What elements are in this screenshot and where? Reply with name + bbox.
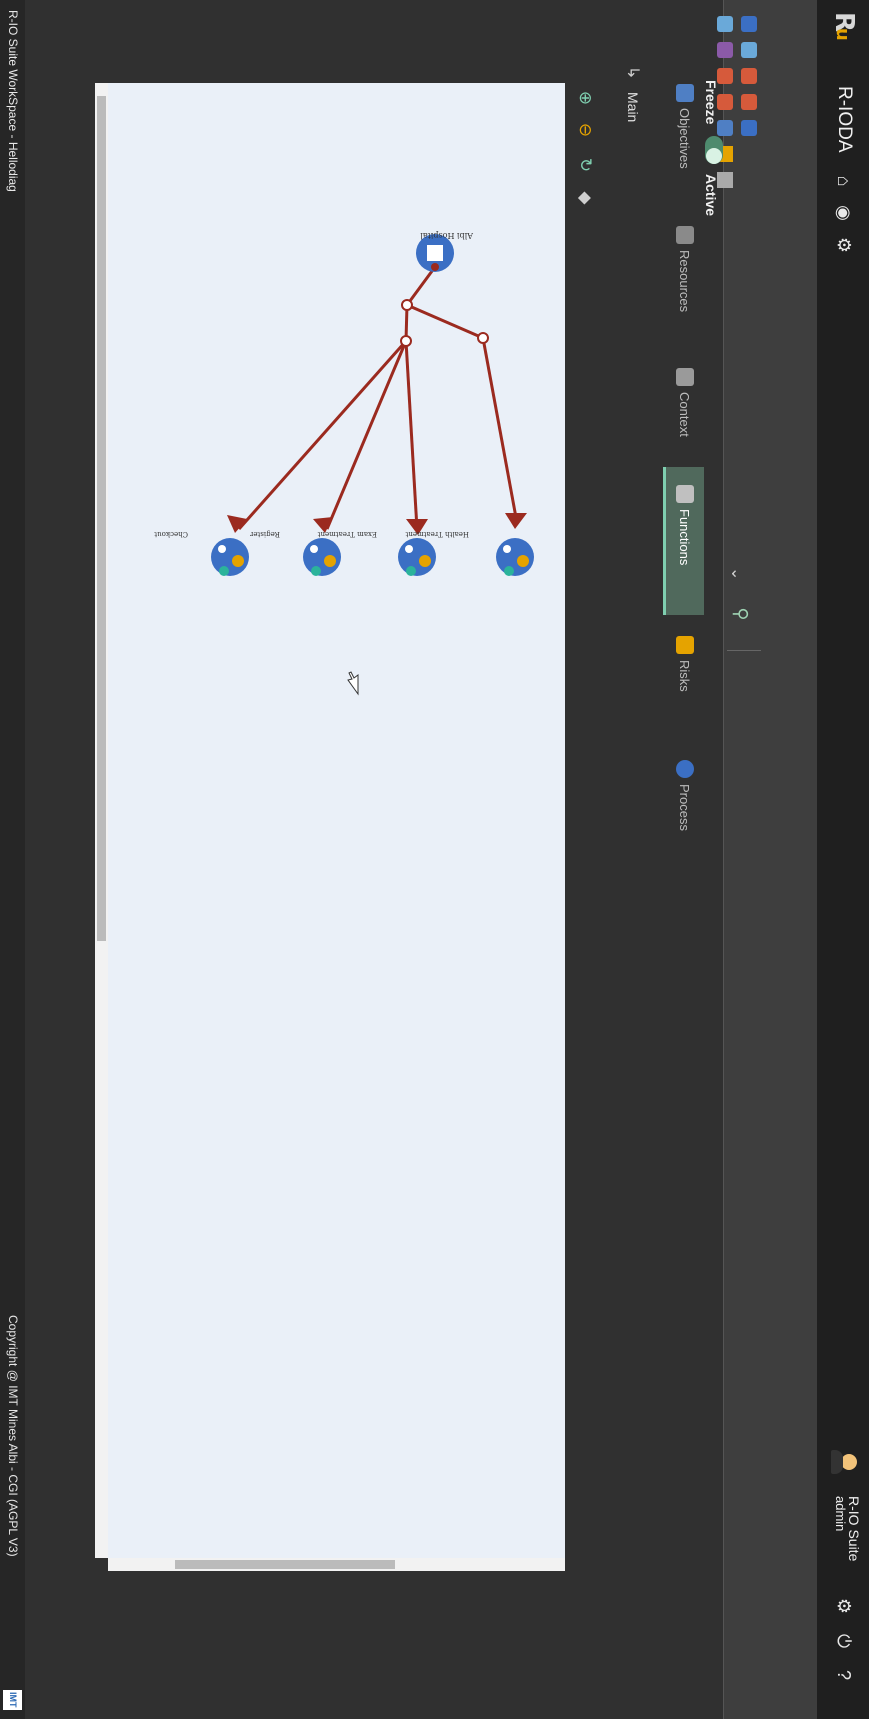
process-icon	[676, 760, 694, 778]
return-arrow-icon: ↳	[624, 66, 641, 80]
toolbar-divider	[727, 650, 761, 651]
tool-icon-3[interactable]	[717, 68, 733, 84]
app-title: R-IODA	[834, 86, 855, 153]
layers-icon[interactable]: ◆	[575, 188, 595, 208]
breadcrumb-main[interactable]: ↳ Main	[624, 66, 641, 122]
freeze-toggle[interactable]	[705, 136, 723, 164]
tool-icon-5[interactable]	[717, 120, 733, 136]
warning-icon	[676, 636, 694, 654]
edge-checkout	[237, 340, 408, 530]
refresh-icon[interactable]: ↻	[575, 155, 595, 175]
chevron-down-icon[interactable]: ⌄	[727, 567, 747, 580]
settings-person-icon[interactable]: ⚙	[833, 234, 855, 256]
edge-exam	[404, 340, 419, 530]
functions-icon	[676, 485, 694, 503]
footer-copyright: Copyright @ IMT Mines Albi - CGI (AGPL V…	[6, 1315, 20, 1557]
label-exam-treatment: Exam Treatment	[317, 530, 377, 538]
help-icon[interactable]: ?	[833, 1664, 855, 1686]
label-checkout: Checkout	[154, 530, 188, 538]
node-checkout[interactable]	[211, 538, 249, 576]
imt-logo: IMT	[3, 1690, 22, 1710]
footer-title: R-IO Suite WorkSpace - Hellodiag	[6, 10, 20, 192]
app-header: Ru R-IODA ⌂ ◉ ⚙ R-IO Suite admin ⚙ ⏻ ?	[817, 0, 869, 1719]
edge-root-hub	[405, 266, 437, 306]
arrowhead-health	[505, 513, 527, 529]
tool-strip: ⚲ ⌄	[717, 0, 817, 1719]
junction-3[interactable]	[477, 332, 489, 344]
gear-icon[interactable]: ⚙	[833, 1595, 855, 1617]
user-name: R-IO Suite	[846, 1496, 862, 1562]
tool-icon-1[interactable]	[717, 16, 733, 32]
objectives-icon	[676, 84, 694, 102]
node-register[interactable]	[303, 538, 341, 576]
footer: R-IO Suite WorkSpace - Hellodiag Copyrig…	[0, 0, 25, 1719]
mouse-pointer-icon	[347, 671, 359, 696]
junction-2[interactable]	[400, 335, 412, 347]
user-role: admin	[833, 1496, 848, 1532]
label-albi-hospital: Albi Hospital	[420, 231, 474, 240]
avatar	[829, 1447, 859, 1477]
active-label: Active	[703, 174, 719, 217]
edge-register	[325, 340, 408, 530]
label-health-treatment: Health Treatment	[405, 530, 469, 538]
power-icon[interactable]: ⏻	[833, 1630, 855, 1652]
label-register: Register	[249, 530, 280, 538]
tool-icon-2[interactable]	[717, 42, 733, 58]
tool-icon-6[interactable]	[741, 16, 757, 32]
junction-1[interactable]	[401, 299, 413, 311]
diagram-canvas[interactable]: Albi Hospital Health Treatment Exam Trea…	[108, 83, 565, 1558]
tool-icon-10[interactable]	[741, 120, 757, 136]
node-exam-treatment[interactable]	[398, 538, 436, 576]
speaker-icon[interactable]	[717, 172, 733, 188]
edge-hub-health	[406, 303, 484, 340]
zoom-in-icon[interactable]: ⊕	[575, 88, 595, 108]
tab-functions[interactable]: Functions	[663, 467, 704, 615]
diagram-edges	[237, 266, 519, 530]
node-health-treatment[interactable]	[496, 538, 534, 576]
resources-icon	[676, 226, 694, 244]
tool-icon-7[interactable]	[741, 42, 757, 58]
edge-health	[481, 337, 519, 524]
context-icon	[676, 368, 694, 386]
freeze-label: Freeze	[703, 80, 719, 125]
home-icon[interactable]: ⌂	[833, 170, 855, 192]
zoom-out-icon[interactable]: ⊖	[575, 120, 595, 140]
tool-icon-4[interactable]	[717, 94, 733, 110]
horizontal-scrollbar[interactable]	[95, 83, 108, 1558]
palette-icon[interactable]: ◉	[833, 202, 855, 224]
tool-icon-8[interactable]	[741, 68, 757, 84]
app-logo: Ru	[829, 12, 859, 41]
tool-icon-9[interactable]	[741, 94, 757, 110]
vertical-scrollbar[interactable]	[108, 1558, 565, 1571]
user-icon[interactable]: ⚲	[727, 604, 751, 624]
